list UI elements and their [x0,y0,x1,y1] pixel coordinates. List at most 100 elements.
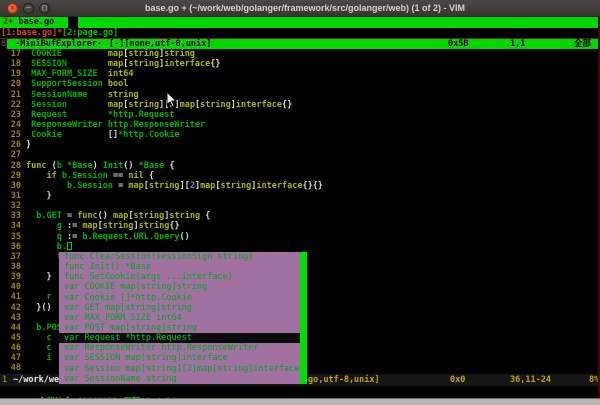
line-number: 25 [0,130,21,140]
vim-window: ✕ − ▢ base.go + (~/work/web/golanger/fra… [0,0,600,405]
minibuf-status-scroll-pct: 全部 [574,39,591,49]
completion-item[interactable]: var GET map[string]string [59,303,300,313]
code-token: {} [169,221,179,231]
code-line-33[interactable]: 33 b.GET = func() map[string]string { [0,211,600,221]
tab-window-count: 2+ [3,17,13,27]
code-line-20[interactable]: 20 SupportSession bool [0,79,600,89]
code-token: Request [26,110,108,120]
code-token: nil [128,171,143,181]
completion-item[interactable]: var POST map[string]string [59,323,300,333]
code-line-19[interactable]: 19 MAX_FORM_SIZE int64 [0,69,600,79]
completion-item[interactable]: var ResponseWriter http.ResponseWriter [59,343,300,353]
code-token: {} [210,59,220,69]
line-number: 35 [0,232,21,242]
line-number: 29 [0,171,21,181]
code-line-27[interactable]: 27 [0,150,600,160]
minimize-button[interactable]: − [23,3,34,14]
code-token: b.Request.URL.Query [82,232,179,242]
code-token: MAX_FORM_SIZE [26,69,108,79]
completion-item[interactable]: func SetCookie(args ...interface) [59,272,300,282]
line-number: 32 [0,201,21,211]
code-token: Session [26,100,108,110]
code-token: map [108,100,123,110]
code-token: string [108,90,139,100]
code-line-28[interactable]: 28func (b *Base) Init() *Base { [0,161,600,171]
completion-item-selected[interactable]: var Request *http.Request [59,333,300,343]
code-line-34[interactable]: 34 g := map[string]string{} [0,221,600,231]
code-line-24[interactable]: 24 ResponseWriter http.ResponseWriter [0,120,600,130]
code-token: string [128,49,159,59]
code-line-25[interactable]: 25 Cookie []*http.Cookie [0,130,600,140]
line-number: 40 [0,282,21,292]
code-token: b. [26,242,67,252]
code-line-35[interactable]: 35 q := b.Request.URL.Query() [0,232,600,242]
tab-label[interactable]: 2+ base.go [3,17,54,27]
completion-item[interactable]: var Session map[string][2]map[string]int… [59,364,300,374]
line-number: 19 [0,69,21,79]
code-line-30[interactable]: 30 b.Session = map[string][2]map[string]… [0,181,600,191]
line-number: 20 [0,79,21,89]
completion-item[interactable]: var SESSION map[string]interface [59,353,300,363]
line-number: 48 [0,363,21,373]
code-token: } [26,272,52,282]
code-token: map [113,211,128,221]
buffer-tab-page-go[interactable]: [2:page.go] [62,28,118,38]
code-line-23[interactable]: 23 Request *http.Request [0,110,600,120]
line-number: 34 [0,221,21,231]
completion-popup-scrollbar[interactable] [300,252,307,384]
code-token: () [123,161,138,171]
code-token: interface [236,100,282,110]
code-token: func [77,211,97,221]
buffer-tab-base-go[interactable]: [1:base.go]* [1,28,62,38]
code-token: {} [282,100,292,110]
code-token: *http.Cookie [118,130,179,140]
minibuf-status-name: -MiniBufExplorer- [10,39,107,49]
insert-cursor [67,242,72,250]
code-line-17[interactable]: 17 COOKIE map[string]string [0,49,600,59]
code-line-29[interactable]: 29 if b.Session == nil { [0,171,600,181]
code-token: string [164,49,195,59]
code-token: Init [103,161,123,171]
code-token: f [26,252,62,262]
code-token: string [128,100,159,110]
line-number: 26 [0,140,21,150]
code-line-36[interactable]: 36 b. [0,242,600,252]
code-line-18[interactable]: 18 SESSION map[string]interface{} [0,59,600,69]
code-token: if [26,171,57,181]
code-token: map [82,221,97,231]
code-token: := [62,221,82,231]
code-token: g [26,221,62,231]
code-line-26[interactable]: 26} [0,140,600,150]
code-token: string [134,211,165,221]
line-number: 43 [0,313,21,323]
code-token: string [128,59,159,69]
file-status-cursor-pos: 36,11-24 [510,375,551,385]
completion-item[interactable]: var SessionName string [59,374,300,384]
line-number: 21 [0,90,21,100]
maximize-button[interactable]: ▢ [39,3,50,14]
line-number: 27 [0,150,21,160]
completion-item[interactable]: var MAX_FORM_SIZE int64 [59,313,300,323]
code-token: b.POS [26,323,62,333]
code-line-22[interactable]: 22 Session map[string][2]map[string]inte… [0,100,600,110]
line-number: 28 [0,161,21,171]
code-token: *Base [139,161,165,171]
minibuf-status-green-bar: -MiniBufExplorer- [-][none,utf-8,unix] 0… [7,39,600,49]
code-token: { [200,211,210,221]
close-button[interactable]: ✕ [7,3,18,14]
completion-item[interactable]: func Init() *Base [59,262,300,272]
code-token: r [26,292,52,302]
code-token: { [164,161,174,171]
code-line-32[interactable]: 32 [0,201,600,211]
code-line-21[interactable]: 21 SessionName string [0,90,600,100]
completion-item[interactable]: var Cookie []*http.Cookie [59,293,300,303]
code-token: interface [256,181,302,191]
completion-item[interactable]: var COOKIE map[string]string [59,282,300,292]
minibuf-status-cursor-pos: 1,1 [510,39,525,49]
code-token: c [26,333,52,343]
code-line-31[interactable]: 31 } [0,191,600,201]
line-number: 45 [0,333,21,343]
file-buffer-number: 1 [2,375,7,385]
completion-item[interactable]: func ClearSession(sessionSign string) [59,252,300,262]
line-number: 46 [0,343,21,353]
